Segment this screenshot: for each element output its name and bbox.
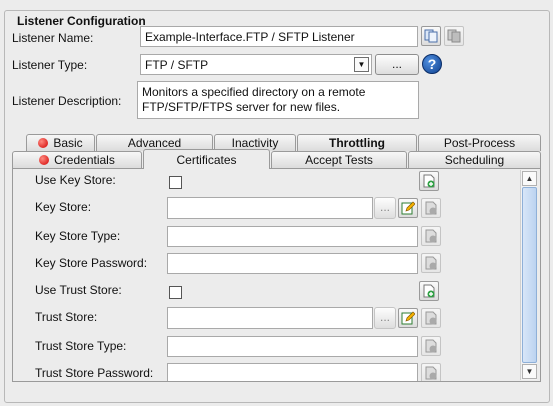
trust-store-input[interactable] [167,307,373,329]
tab-accept-tests[interactable]: Accept Tests [271,151,407,168]
add-variable-button-disabled[interactable] [421,308,441,328]
trust-store-password-label: Trust Store Password: [35,366,154,380]
tab-scheduling[interactable]: Scheduling [408,151,541,168]
copy-icon [424,29,438,43]
certificates-panel: Use Key Store: Key Store: ... Key Store … [12,168,541,382]
tab-certificates[interactable]: Certificates [143,149,270,169]
use-key-store-label: Use Key Store: [35,173,116,187]
edit-icon [401,201,415,215]
scroll-down-icon[interactable]: ▼ [522,364,537,379]
description-line-2: FTP/SFTP/FTPS server for new files. [142,100,341,114]
listener-type-value: FTP / SFTP [145,58,209,72]
paste-icon [447,29,461,43]
key-store-password-label: Key Store Password: [35,256,148,270]
add-variable-icon [425,366,437,380]
chevron-down-icon[interactable]: ▼ [354,57,369,72]
add-variable-icon [425,311,437,325]
add-variable-button-disabled[interactable] [421,253,441,273]
description-line-1: Monitors a specified directory on a remo… [142,85,366,99]
add-variable-icon [425,256,437,270]
tab-credentials-label: Credentials [54,153,115,167]
scroll-up-icon[interactable]: ▲ [522,171,537,186]
key-store-input[interactable] [167,197,373,219]
edit-button[interactable] [398,198,418,218]
tab-inactivity-label: Inactivity [231,136,279,150]
group-title: Listener Configuration [15,14,148,28]
tab-advanced-label: Advanced [127,136,182,150]
edit-icon [401,311,415,325]
add-variable-icon [423,284,435,298]
trust-store-type-input[interactable] [167,336,418,357]
add-variable-button-disabled[interactable] [421,336,441,356]
scrollbar-thumb[interactable] [522,187,537,363]
listener-type-browse-button[interactable]: ... [375,54,419,75]
paste-button[interactable] [444,26,464,46]
tab-throttling[interactable]: Throttling [297,134,417,151]
tab-throttling-label: Throttling [329,136,385,150]
listener-type-select[interactable]: FTP / SFTP ▼ [140,54,372,75]
add-variable-icon [425,339,437,353]
add-variable-icon [423,174,435,188]
use-trust-store-label: Use Trust Store: [35,283,122,297]
tab-certificates-label: Certificates [176,152,237,167]
trust-store-browse-button[interactable]: ... [374,307,396,329]
use-trust-store-checkbox[interactable] [169,286,182,299]
trust-store-type-label: Trust Store Type: [35,339,127,353]
add-variable-button[interactable] [419,171,439,191]
add-variable-button-disabled[interactable] [421,363,441,381]
trust-store-password-input[interactable] [167,363,418,381]
add-variable-button[interactable] [419,281,439,301]
key-store-browse-button[interactable]: ... [374,197,396,219]
key-store-type-label: Key Store Type: [35,229,121,243]
help-icon[interactable]: ? [422,54,442,74]
key-store-password-input[interactable] [167,253,418,274]
listener-name-label: Listener Name: [12,31,94,45]
listener-description-input[interactable]: Monitors a specified directory on a remo… [137,81,419,119]
tab-post-process-label: Post-Process [443,136,516,150]
error-dot-icon [39,155,50,165]
edit-button[interactable] [398,308,418,328]
tab-accept-tests-label: Accept Tests [305,153,373,167]
key-store-label: Key Store: [35,200,92,214]
vertical-scrollbar[interactable]: ▲ ▼ [520,170,537,380]
add-variable-button-disabled[interactable] [421,198,441,218]
add-variable-button-disabled[interactable] [421,226,441,246]
tab-basic[interactable]: Basic [26,134,95,151]
tab-post-process[interactable]: Post-Process [418,134,541,151]
use-key-store-checkbox[interactable] [169,176,182,189]
trust-store-label: Trust Store: [35,310,98,324]
key-store-type-input[interactable] [167,226,418,247]
tab-basic-label: Basic [53,136,83,150]
add-variable-icon [425,229,437,243]
listener-description-label: Listener Description: [12,94,122,108]
add-variable-icon [425,201,437,215]
copy-button[interactable] [421,26,441,46]
listener-name-input[interactable]: Example-Interface.FTP / SFTP Listener [140,26,418,47]
listener-type-label: Listener Type: [12,58,88,72]
error-dot-icon [38,138,49,148]
tab-credentials[interactable]: Credentials [12,151,142,168]
tab-scheduling-label: Scheduling [444,153,505,167]
